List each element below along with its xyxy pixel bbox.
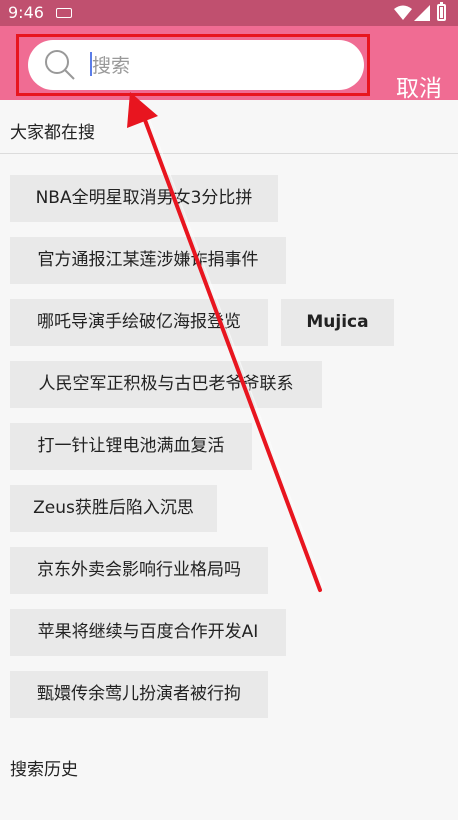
status-bar: 9:46 — [0, 0, 458, 26]
trending-item[interactable]: Mujica — [281, 299, 394, 346]
wifi-icon — [394, 5, 412, 20]
trending-item[interactable]: Zeus获胜后陷入沉思 — [10, 485, 217, 532]
trending-item[interactable]: 人民空军正积极与古巴老爷爷联系 — [10, 361, 322, 408]
history-title: 搜索历史 — [10, 760, 78, 780]
trending-item[interactable]: 苹果将继续与百度合作开发AI — [10, 609, 286, 656]
battery-icon — [437, 2, 446, 21]
trending-item[interactable]: 哪吒导演手绘破亿海报登览 — [10, 299, 268, 346]
cancel-button[interactable]: 取消 — [388, 52, 450, 126]
trending-item[interactable]: 甄嬛传余莺儿扮演者被行拘 — [10, 671, 268, 718]
status-time: 9:46 — [8, 3, 44, 22]
highlight-frame — [16, 34, 370, 96]
keyboard-icon — [56, 8, 72, 18]
trending-item[interactable]: 官方通报江某莲涉嫌诈捐事件 — [10, 237, 286, 284]
signal-icon — [414, 5, 430, 21]
trending-item[interactable]: NBA全明星取消男女3分比拼 — [10, 175, 278, 222]
divider — [0, 153, 458, 154]
trending-item[interactable]: 京东外卖会影响行业格局吗 — [10, 547, 268, 594]
trending-title: 大家都在搜 — [10, 123, 95, 143]
trending-item[interactable]: 打一针让锂电池满血复活 — [10, 423, 252, 470]
